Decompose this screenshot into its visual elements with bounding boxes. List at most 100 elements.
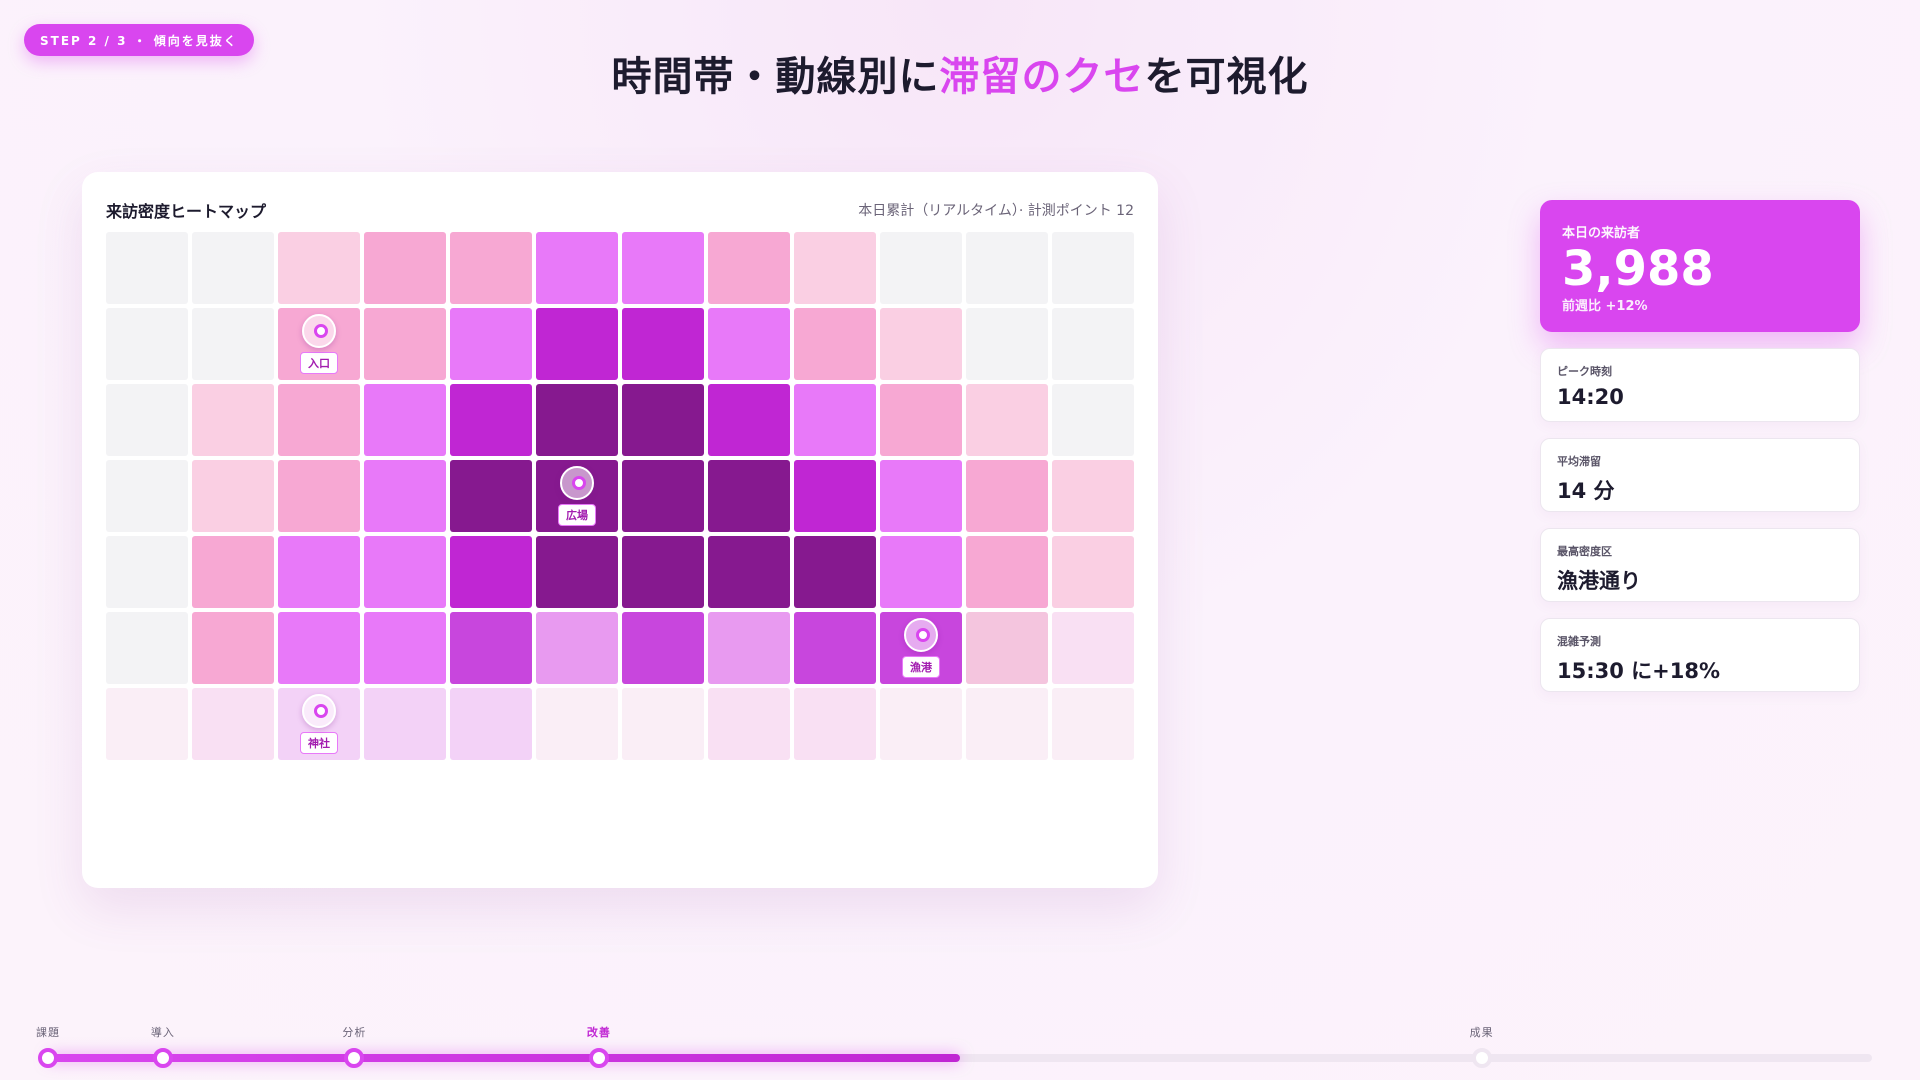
heatmap-card: 来訪密度ヒートマップ 本日累計（リアルタイム）· 計測ポイント 12 入口 広場漁… <box>82 172 1158 888</box>
heatmap-cell <box>364 536 446 608</box>
heatmap-cell <box>278 536 360 608</box>
heatmap-cell <box>364 308 446 380</box>
heatmap-cell <box>364 460 446 532</box>
heatmap-title: 来訪密度ヒートマップ <box>106 202 267 221</box>
heatmap-cell <box>708 460 790 532</box>
timeline-stage-label: 分析 <box>342 1026 367 1039</box>
kpi-label: 混雑予測 <box>1557 635 1601 648</box>
heatmap-cell <box>880 536 962 608</box>
kpi-peak-time: ピーク時刻 14:20 <box>1540 348 1860 422</box>
heatmap-cell <box>1052 688 1134 760</box>
heatmap-cell <box>1052 384 1134 456</box>
heatmap-cell <box>364 384 446 456</box>
heatmap-cell <box>794 460 876 532</box>
heatmap-cell <box>966 688 1048 760</box>
heatmap-cell <box>106 232 188 304</box>
heatmap-cell <box>880 232 962 304</box>
heatmap-cell <box>192 612 274 684</box>
heatmap-cell <box>966 612 1048 684</box>
heatmap-cell <box>192 536 274 608</box>
heatmap-cell <box>1052 612 1134 684</box>
map-pin-icon <box>302 314 336 348</box>
map-pin-icon <box>560 466 594 500</box>
location-marker[interactable]: 入口 <box>286 314 352 374</box>
heatmap-cell <box>622 612 704 684</box>
location-marker[interactable]: 神社 <box>286 694 352 754</box>
heatmap-cell <box>192 308 274 380</box>
kpi-value: 14:20 <box>1557 385 1624 409</box>
heatmap-cell <box>278 460 360 532</box>
heatmap-cell <box>278 232 360 304</box>
heatmap-cell <box>794 612 876 684</box>
heatmap-cell <box>106 308 188 380</box>
timeline-stage-node[interactable] <box>38 1048 58 1068</box>
heatmap-cell <box>966 384 1048 456</box>
kpi-forecast: 混雑予測 15:30 に+18% <box>1540 618 1860 692</box>
kpi-value: 14 分 <box>1557 479 1615 503</box>
timeline-stage-label: 成果 <box>1469 1026 1494 1039</box>
heatmap-cell <box>1052 308 1134 380</box>
kpi-visitors-change: 前週比 +12% <box>1562 299 1648 314</box>
heatmap-cell <box>966 536 1048 608</box>
location-marker[interactable]: 漁港 <box>888 618 954 678</box>
location-marker[interactable]: 広場 <box>544 466 610 526</box>
heatmap-cell <box>622 460 704 532</box>
timeline-stage-node[interactable] <box>588 1048 609 1068</box>
heatmap-cell <box>794 232 876 304</box>
heatmap-cell <box>192 688 274 760</box>
timeline-progress <box>48 1054 960 1062</box>
kpi-visitors-value: 3,988 <box>1562 241 1714 297</box>
heatmap-cell <box>794 688 876 760</box>
heatmap-cell <box>880 460 962 532</box>
heatmap-cell <box>794 536 876 608</box>
heatmap-cell <box>708 612 790 684</box>
marker-label: 神社 <box>300 732 338 754</box>
timeline-stage-node[interactable] <box>344 1048 365 1068</box>
heatmap-cell <box>106 536 188 608</box>
kpi-visitors-label: 本日の来訪者 <box>1562 226 1641 241</box>
kpi-label: 平均滞留 <box>1557 455 1601 468</box>
heatmap-cell <box>106 688 188 760</box>
heatmap-cell <box>192 460 274 532</box>
title-post: を可視化 <box>1144 54 1309 100</box>
title-highlight: 滞留のクセ <box>939 54 1145 100</box>
heatmap-cell <box>536 308 618 380</box>
timeline-stage-node[interactable] <box>152 1048 173 1068</box>
marker-label: 広場 <box>558 504 596 526</box>
heatmap-cell <box>966 232 1048 304</box>
heatmap-cell <box>192 232 274 304</box>
heatmap-cell <box>364 232 446 304</box>
progress-timeline: 課題 導入 分析 改善 成果 <box>0 1010 1920 1080</box>
title-pre: 時間帯・動線別に <box>611 54 940 100</box>
heatmap-cell <box>1052 460 1134 532</box>
map-pin-icon <box>302 694 336 728</box>
heatmap-cell <box>794 308 876 380</box>
heatmap-cell <box>450 536 532 608</box>
heatmap-cell <box>966 308 1048 380</box>
heatmap-cell <box>278 612 360 684</box>
timeline-stage-label: 改善 <box>586 1026 611 1039</box>
heatmap-cell <box>622 688 704 760</box>
heatmap-cell <box>364 612 446 684</box>
heatmap-cell <box>708 232 790 304</box>
heatmap-cell <box>364 688 446 760</box>
heatmap-cell <box>622 536 704 608</box>
heatmap-cell <box>708 384 790 456</box>
map-pin-icon <box>904 618 938 652</box>
heatmap-cell <box>622 232 704 304</box>
heatmap-cell <box>536 232 618 304</box>
kpi-value: 漁港通り <box>1557 569 1641 593</box>
heatmap-cell <box>106 612 188 684</box>
page-title: 時間帯・動線別に滞留のクセを可視化 <box>0 44 1920 102</box>
heatmap-cell <box>622 308 704 380</box>
heatmap-cell <box>880 688 962 760</box>
heatmap-cell <box>450 232 532 304</box>
marker-label: 入口 <box>300 352 338 374</box>
heatmap-cell <box>622 384 704 456</box>
kpi-label: 最高密度区 <box>1557 545 1612 558</box>
heatmap-cell <box>106 384 188 456</box>
heatmap-cell <box>536 384 618 456</box>
heatmap-cell <box>794 384 876 456</box>
heatmap-cell <box>708 536 790 608</box>
timeline-stage-node[interactable] <box>1471 1048 1492 1068</box>
